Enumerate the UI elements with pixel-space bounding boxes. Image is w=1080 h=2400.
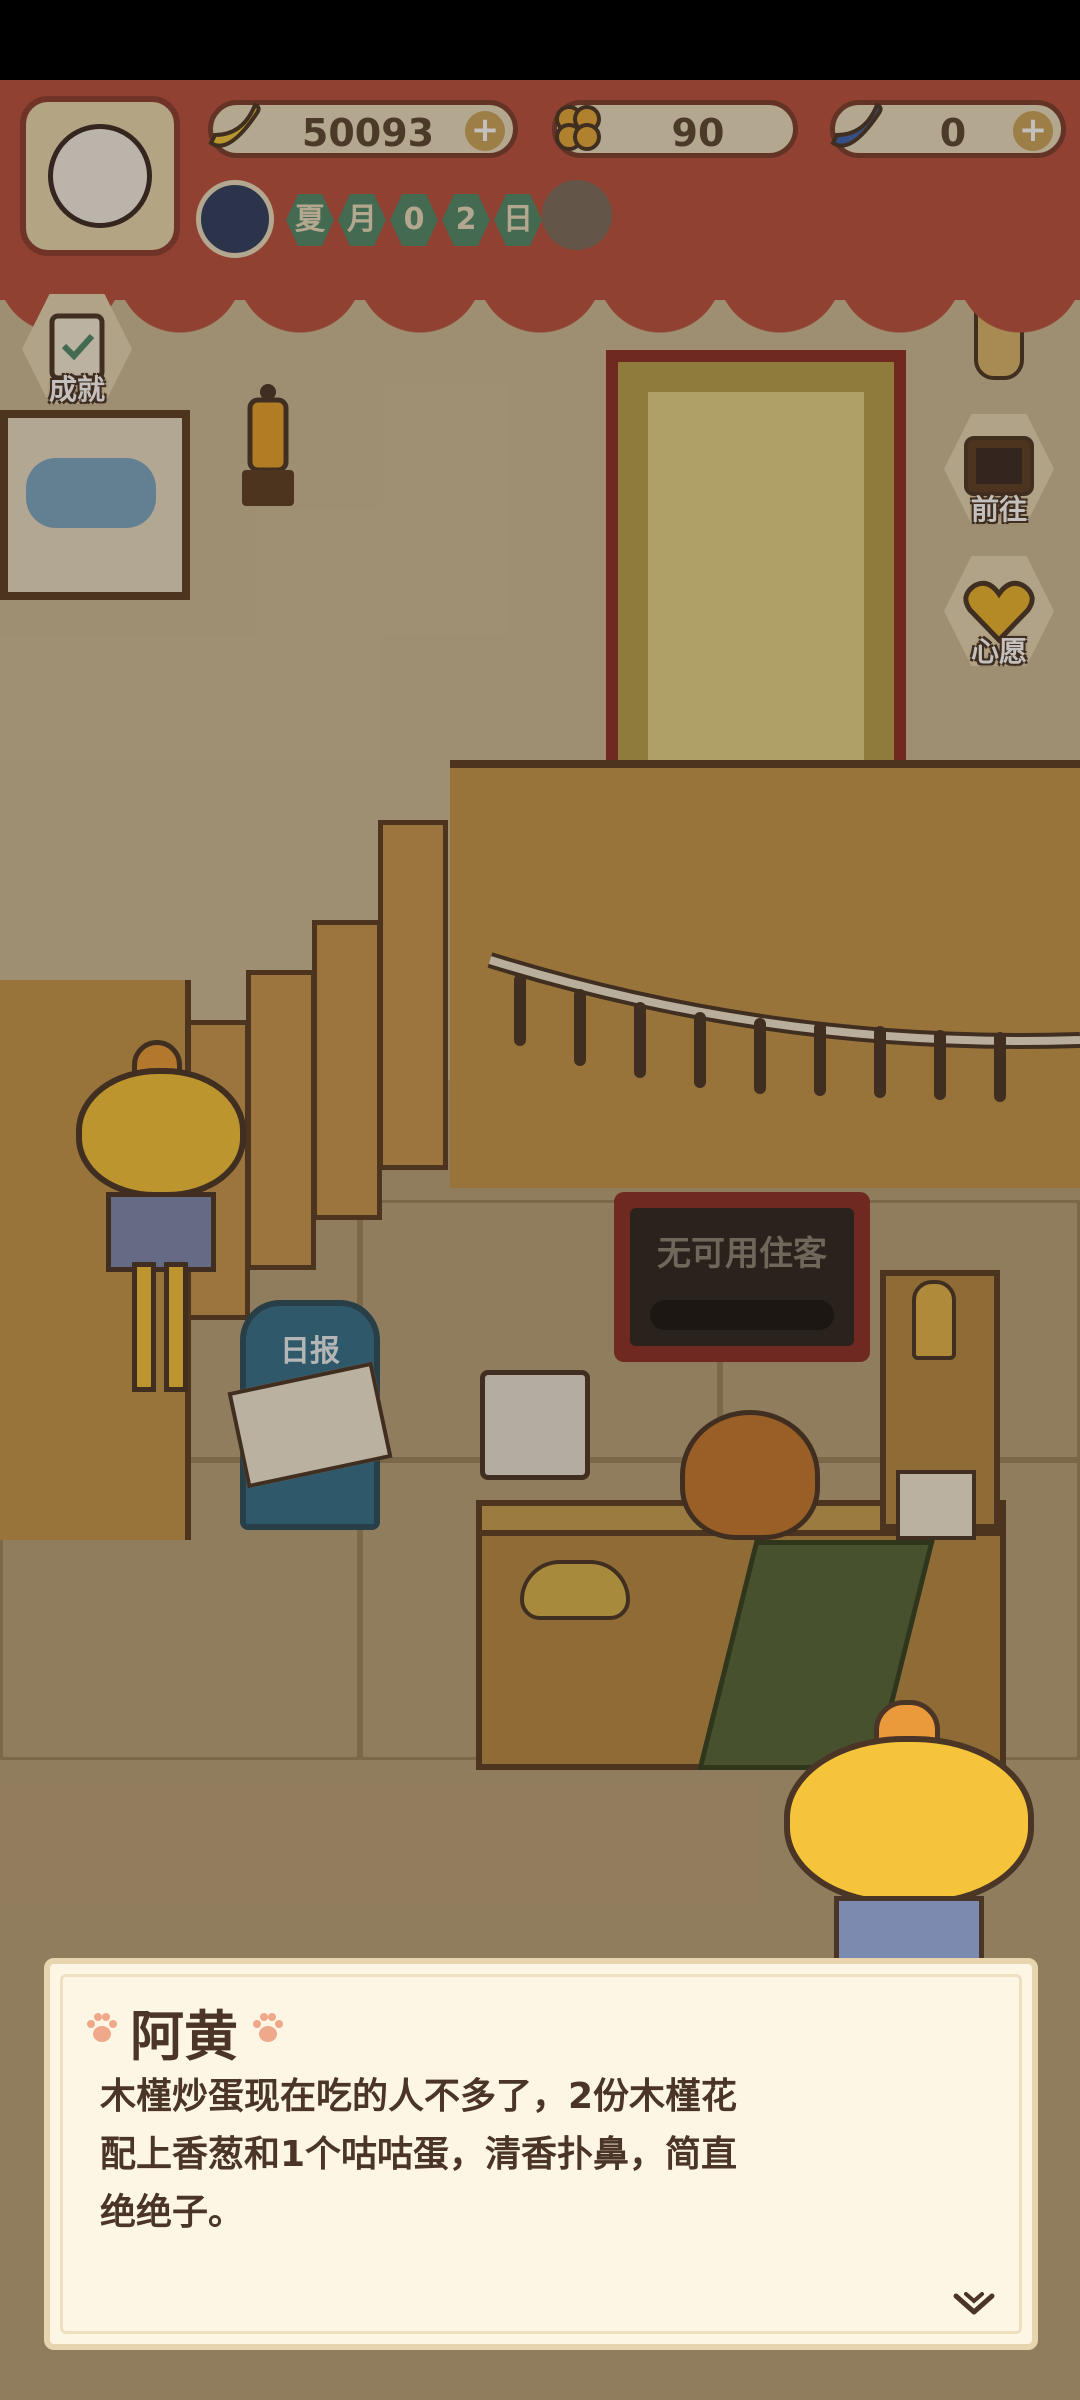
chevron-down-icon[interactable]	[952, 2290, 996, 2320]
dialog-text: 木槿炒蛋现在吃的人不多了，2份木槿花 配上香葱和1个咕咕蛋，清香扑鼻，简直 绝绝…	[100, 2068, 820, 2242]
paw-icon	[87, 2013, 117, 2042]
dialog-line: 配上香葱和1个咕咕蛋，清香扑鼻，简直	[100, 2134, 738, 2175]
dialog-line: 绝绝子。	[100, 2192, 245, 2233]
paw-icon	[253, 2013, 283, 2042]
dialog-line: 木槿炒蛋现在吃的人不多了，2份木槿花	[100, 2076, 738, 2117]
speaker-name: 阿黄	[130, 2005, 238, 2068]
